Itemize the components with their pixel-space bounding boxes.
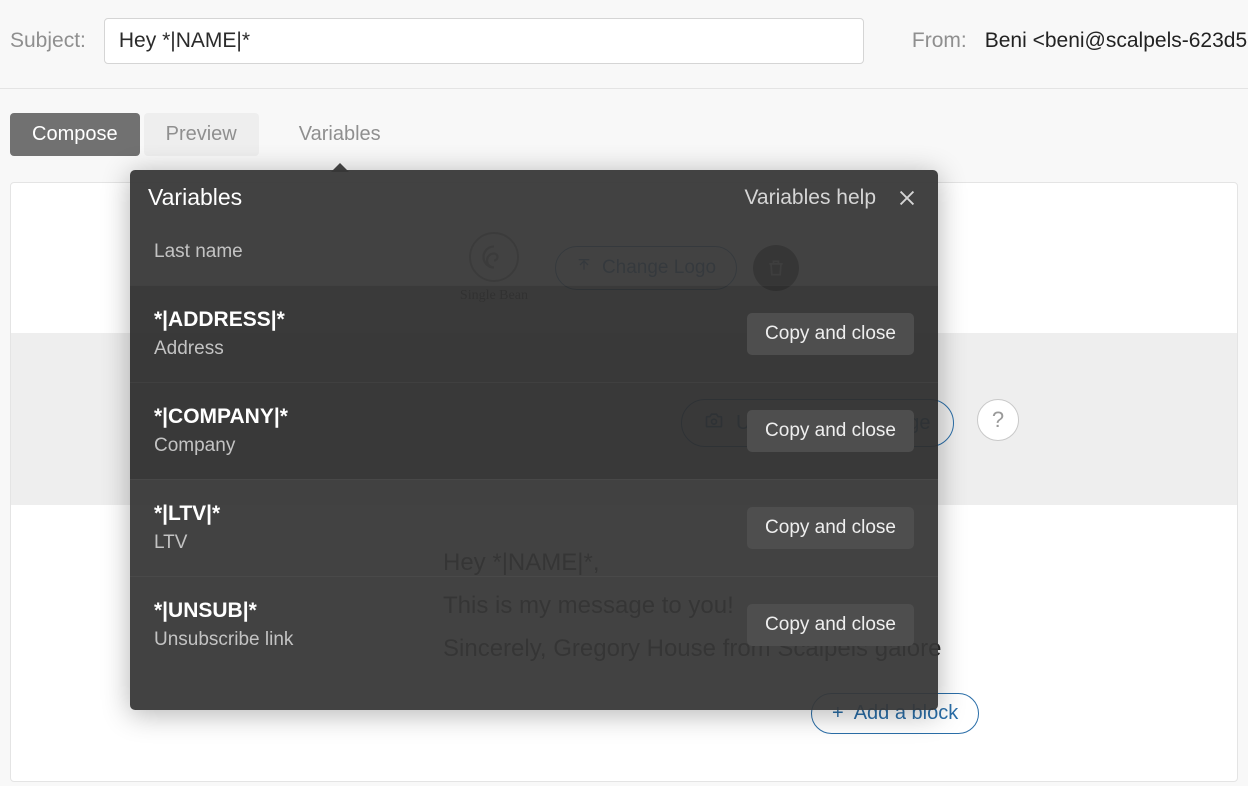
tab-compose[interactable]: Compose <box>10 113 140 156</box>
help-icon: ? <box>992 407 1004 433</box>
from-value: Beni <beni@scalpels-623d52.ha <box>985 29 1248 53</box>
copy-and-close-button[interactable]: Copy and close <box>747 604 914 646</box>
variables-help-link[interactable]: Variables help <box>744 186 876 210</box>
popover-title: Variables <box>148 184 744 211</box>
from-label: From: <box>912 29 967 53</box>
variable-row-address[interactable]: *|ADDRESS|* Address Copy and close <box>130 285 938 382</box>
topbar: Subject: From: Beni <beni@scalpels-623d5… <box>0 0 1248 89</box>
popover-header: Variables Variables help <box>130 170 938 225</box>
variable-token: *|COMPANY|* <box>154 405 288 429</box>
variable-desc: Last name <box>154 241 243 263</box>
subject-input[interactable] <box>104 18 864 64</box>
variable-list: Last name *|ADDRESS|* Address Copy and c… <box>130 225 938 673</box>
copy-and-close-button[interactable]: Copy and close <box>747 313 914 355</box>
variable-token: *|LTV|* <box>154 502 220 526</box>
variable-desc: LTV <box>154 532 220 554</box>
variables-popover: Variables Variables help Last name *|ADD… <box>130 170 938 710</box>
variable-row-company[interactable]: *|COMPANY|* Company Copy and close <box>130 382 938 479</box>
subject-label: Subject: <box>10 29 86 53</box>
help-button[interactable]: ? <box>977 399 1019 441</box>
variable-desc: Unsubscribe link <box>154 629 293 651</box>
tabs: Compose Preview Variables <box>0 89 1248 156</box>
variable-row-lastname[interactable]: Last name <box>130 225 938 285</box>
variable-row-unsub[interactable]: *|UNSUB|* Unsubscribe link Copy and clos… <box>130 576 938 673</box>
variable-desc: Address <box>154 338 285 360</box>
tab-preview[interactable]: Preview <box>144 113 259 156</box>
variable-desc: Company <box>154 435 288 457</box>
copy-and-close-button[interactable]: Copy and close <box>747 410 914 452</box>
copy-and-close-button[interactable]: Copy and close <box>747 507 914 549</box>
variable-token: *|UNSUB|* <box>154 599 293 623</box>
variable-row-ltv[interactable]: *|LTV|* LTV Copy and close <box>130 479 938 576</box>
close-icon <box>896 187 918 209</box>
variable-token: *|ADDRESS|* <box>154 308 285 332</box>
popover-close-button[interactable] <box>894 185 920 211</box>
tab-variables[interactable]: Variables <box>295 113 385 156</box>
